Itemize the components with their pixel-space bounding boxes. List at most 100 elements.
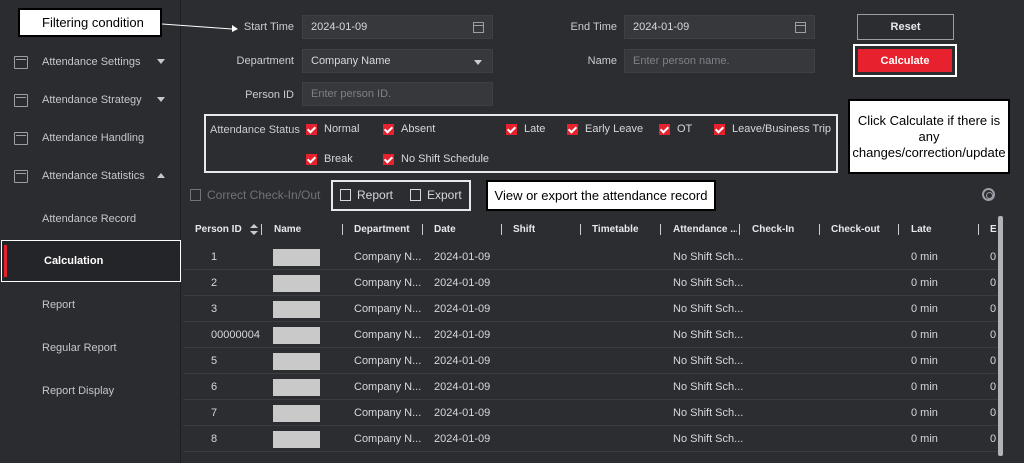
column-header-check-in[interactable]: Check-In — [752, 214, 794, 244]
cell-person-id: 7 — [211, 407, 218, 419]
redacted-name — [273, 274, 320, 292]
redacted-name — [273, 430, 320, 448]
report-icon — [340, 189, 351, 201]
cell-attendance: No Shift Sch... — [673, 329, 744, 341]
sidebar-sub-report[interactable]: Report — [0, 284, 181, 326]
cell-department: Company N... — [354, 329, 422, 341]
status-normal-checkbox[interactable]: Normal — [306, 123, 359, 135]
calendar-icon — [14, 55, 28, 69]
sidebar-sub-regular-report[interactable]: Regular Report — [0, 327, 181, 369]
person-id-input[interactable]: Enter person ID. — [302, 82, 493, 106]
calculate-button[interactable]: Calculate — [858, 49, 952, 72]
sidebar-item-attendance-statistics[interactable]: Attendance Statistics — [0, 157, 181, 195]
sidebar-sub-label: Attendance Record — [42, 213, 137, 225]
table-row[interactable]: 3 Company N... 2024-01-09 No Shift Sch..… — [183, 296, 998, 322]
export-icon — [410, 189, 421, 201]
cell-name — [273, 322, 320, 348]
department-label: Department — [236, 55, 294, 67]
sort-icon[interactable] — [249, 223, 258, 235]
column-header-late[interactable]: Late — [911, 214, 932, 244]
sidebar-item-attendance-strategy[interactable]: Attendance Strategy — [0, 81, 181, 119]
scrollbar-thumb[interactable] — [998, 216, 1003, 456]
status-no-shift-schedule-checkbox[interactable]: No Shift Schedule — [383, 153, 489, 165]
reset-button[interactable]: Reset — [857, 14, 954, 40]
status-late-checkbox[interactable]: Late — [506, 123, 545, 135]
cell-attendance: No Shift Sch... — [673, 381, 744, 393]
attendance-status-label: Attendance Status — [210, 124, 300, 136]
sidebar-item-attendance-handling[interactable]: Attendance Handling — [0, 119, 181, 157]
start-time-field[interactable]: 2024-01-09 — [302, 15, 493, 39]
status-leave-business-trip-checkbox[interactable]: Leave/Business Trip — [714, 123, 831, 135]
column-header-timetable[interactable]: Timetable — [592, 214, 639, 244]
column-header-department[interactable]: Department — [354, 214, 410, 244]
table-row[interactable]: 5 Company N... 2024-01-09 No Shift Sch..… — [183, 348, 998, 374]
checkbox-checked-icon — [306, 153, 317, 165]
checkbox-label: Early Leave — [585, 123, 644, 135]
cell-name — [273, 244, 320, 270]
column-header-person-id[interactable]: Person ID — [195, 214, 258, 244]
status-absent-checkbox[interactable]: Absent — [383, 123, 435, 135]
redacted-name — [273, 326, 320, 344]
sidebar-item-attendance-settings[interactable]: Attendance Settings — [0, 43, 181, 81]
report-button[interactable]: Report — [340, 188, 393, 202]
sidebar-item-label: Attendance Strategy — [42, 94, 142, 106]
status-ot-checkbox[interactable]: OT — [659, 123, 692, 135]
cell-name — [273, 374, 320, 400]
gear-icon[interactable] — [982, 188, 995, 201]
calendar-icon[interactable] — [795, 22, 806, 33]
redacted-name — [273, 300, 320, 318]
column-header-shift[interactable]: Shift — [513, 214, 535, 244]
redacted-name — [273, 248, 320, 266]
start-time-value: 2024-01-09 — [311, 21, 368, 33]
cell-late: 0 min — [911, 329, 938, 341]
end-time-field[interactable]: 2024-01-09 — [624, 15, 815, 39]
sidebar: Attendance Settings Attendance Strategy … — [0, 0, 181, 463]
checkbox-checked-icon — [714, 123, 725, 135]
export-button[interactable]: Export — [410, 188, 462, 202]
redacted-name — [273, 378, 320, 396]
status-break-checkbox[interactable]: Break — [306, 153, 353, 165]
sidebar-sub-report-display[interactable]: Report Display — [0, 370, 181, 412]
name-input[interactable]: Enter person name. — [624, 49, 815, 73]
cell-date: 2024-01-09 — [434, 329, 491, 341]
table-row[interactable]: 8 Company N... 2024-01-09 No Shift Sch..… — [183, 426, 998, 452]
status-early-leave-checkbox[interactable]: Early Leave — [567, 123, 643, 135]
table-row[interactable]: 1 Company N... 2024-01-09 No Shift Sch..… — [183, 244, 998, 270]
table-row[interactable]: 6 Company N... 2024-01-09 No Shift Sch..… — [183, 374, 998, 400]
calculate-hint-callout: Click Calculate if there is any changes/… — [848, 99, 1010, 174]
column-divider — [501, 224, 502, 235]
column-header-check-out[interactable]: Check-out — [831, 214, 880, 244]
calendar-icon[interactable] — [473, 22, 484, 33]
department-select[interactable]: Company Name — [302, 49, 493, 73]
correct-check-in-out-button[interactable]: Correct Check-In/Out — [190, 188, 320, 202]
checkbox-label: No Shift Schedule — [401, 153, 490, 165]
column-header-name[interactable]: Name — [274, 214, 301, 244]
cell-late: 0 min — [911, 355, 938, 367]
column-header-attendance[interactable]: Attendance ... — [673, 214, 737, 244]
end-time-label: End Time — [570, 21, 617, 33]
checkbox-checked-icon — [306, 123, 317, 135]
checkbox-checked-icon — [383, 153, 394, 165]
redacted-name — [273, 352, 320, 370]
column-divider — [739, 224, 740, 235]
end-time-value: 2024-01-09 — [633, 21, 690, 33]
table-row[interactable]: 00000004 Company N... 2024-01-09 No Shif… — [183, 322, 998, 348]
sidebar-sub-calculation[interactable]: Calculation — [1, 240, 181, 282]
cell-late: 0 min — [911, 251, 938, 263]
table-row[interactable]: 2 Company N... 2024-01-09 No Shift Sch..… — [183, 270, 998, 296]
view-export-callout: View or export the attendance record — [486, 180, 716, 211]
cell-department: Company N... — [354, 303, 422, 315]
column-header-date[interactable]: Date — [434, 214, 456, 244]
column-header-early[interactable]: E — [990, 214, 997, 244]
cell-late: 0 min — [911, 381, 938, 393]
cell-late: 0 min — [911, 407, 938, 419]
table-row[interactable]: 7 Company N... 2024-01-09 No Shift Sch..… — [183, 400, 998, 426]
cell-date: 2024-01-09 — [434, 381, 491, 393]
sidebar-sub-label: Report Display — [42, 385, 115, 397]
column-divider — [898, 224, 899, 235]
sidebar-sub-attendance-record[interactable]: Attendance Record — [0, 198, 181, 240]
calculate-button-frame: Calculate — [853, 44, 957, 77]
table-scrollbar[interactable] — [998, 214, 1003, 463]
checkbox-label: OT — [677, 123, 693, 135]
cell-department: Company N... — [354, 407, 422, 419]
